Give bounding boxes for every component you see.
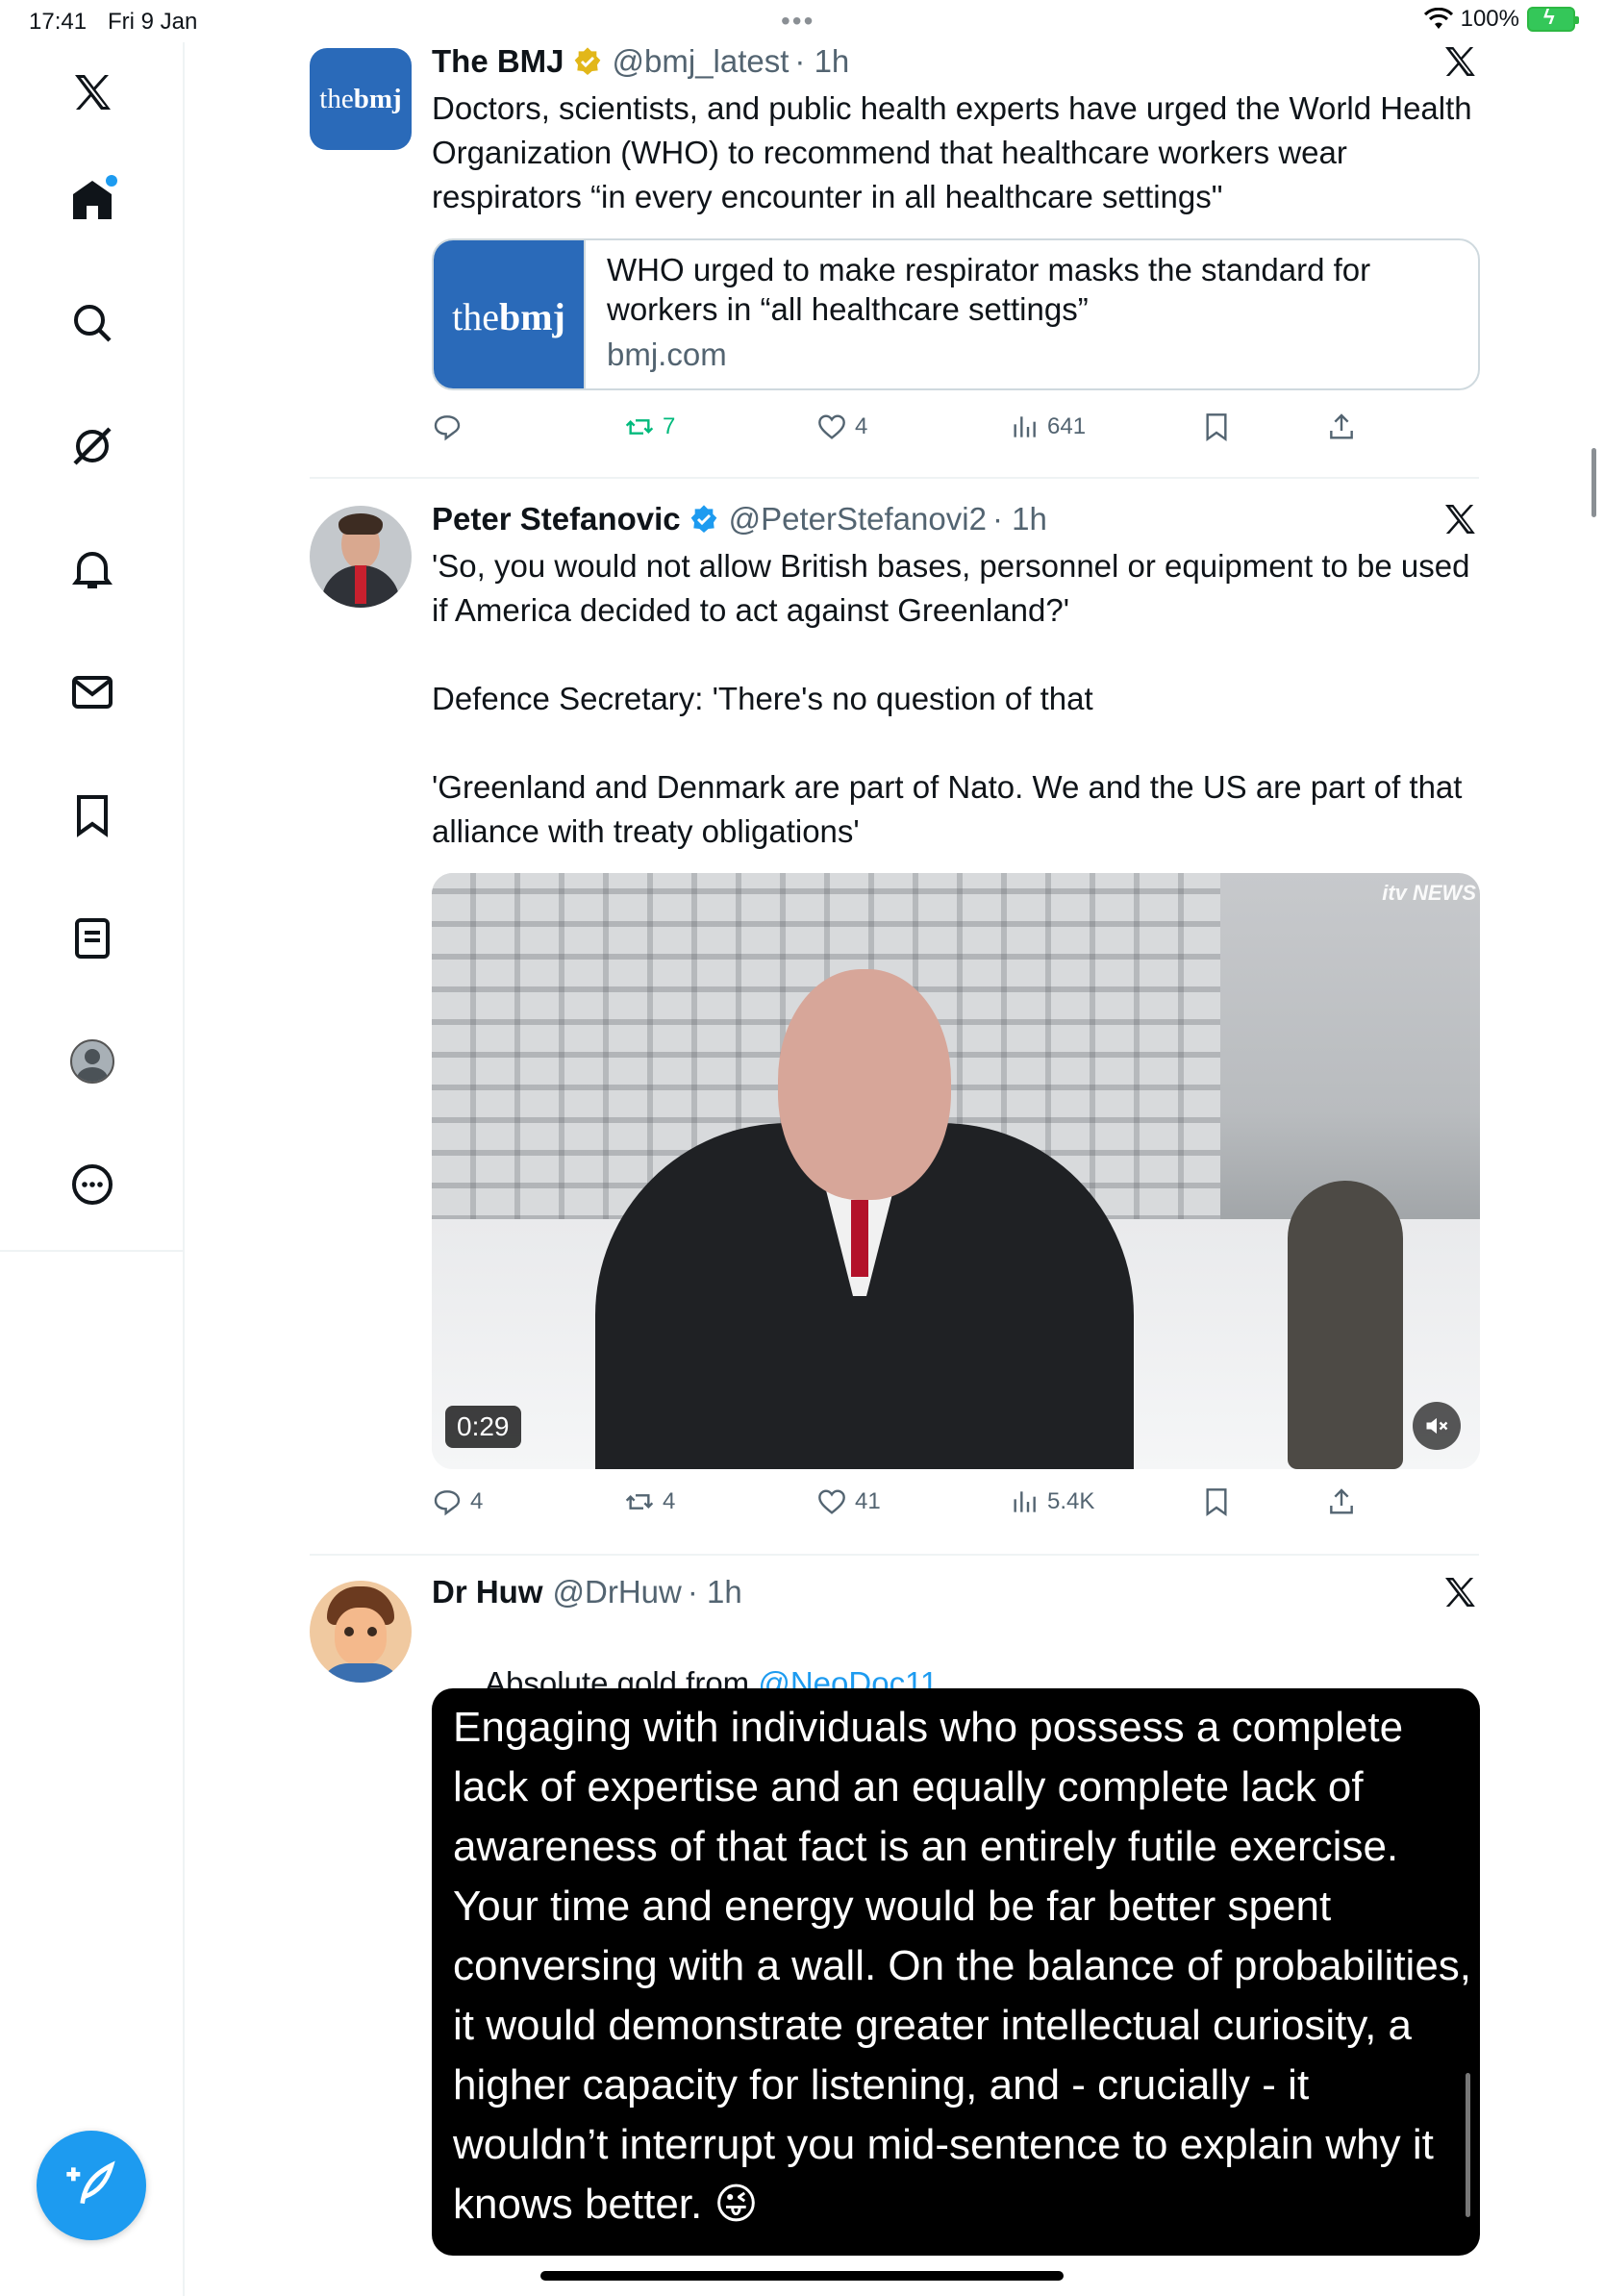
views-button[interactable]: 5.4K bbox=[1009, 1486, 1094, 1517]
nav-search[interactable] bbox=[63, 294, 121, 352]
image-scrollbar bbox=[1466, 2073, 1470, 2217]
muted-speaker-icon bbox=[1426, 1417, 1448, 1435]
heart-icon bbox=[818, 414, 845, 439]
nav-messages[interactable] bbox=[63, 663, 121, 721]
more-icon bbox=[72, 1164, 113, 1205]
share-button[interactable] bbox=[1326, 1486, 1357, 1517]
tweet-header: Peter Stefanovic @PeterStefanovi2 · 1h bbox=[432, 500, 1047, 538]
bookmark-icon bbox=[1206, 413, 1227, 441]
notification-dot bbox=[106, 175, 117, 187]
bookmark-icon bbox=[1206, 1488, 1227, 1516]
battery-icon: ϟ bbox=[1527, 5, 1579, 32]
mail-icon bbox=[72, 676, 113, 709]
tweet-text: Doctors, scientists, and public health e… bbox=[432, 90, 1481, 214]
video-watermark: itv NEWS bbox=[1382, 881, 1476, 905]
tweet-time[interactable]: · 1h bbox=[794, 43, 849, 80]
share-icon bbox=[1330, 1488, 1353, 1514]
views-icon bbox=[1014, 416, 1036, 437]
image-text: Engaging with individuals who possess a … bbox=[453, 1704, 1472, 2228]
x-logo-icon[interactable] bbox=[1441, 500, 1479, 538]
nav-grok[interactable] bbox=[63, 417, 121, 475]
tweet-divider bbox=[310, 1554, 1479, 1556]
avatar-dr-huw[interactable] bbox=[310, 1581, 412, 1683]
link-domain: bmj.com bbox=[607, 337, 727, 372]
like-button[interactable]: 41 bbox=[816, 1486, 881, 1517]
link-thumbnail: the bmj bbox=[434, 240, 586, 388]
grok-icon bbox=[73, 427, 112, 465]
retweet-icon bbox=[625, 419, 654, 435]
nav-bookmarks[interactable] bbox=[63, 786, 121, 844]
page-scrollbar[interactable] bbox=[1591, 448, 1596, 517]
sidebar-divider bbox=[0, 1250, 185, 1252]
sidebar bbox=[0, 42, 185, 2296]
battery-percent: 100% bbox=[1460, 6, 1519, 32]
tweet-image[interactable]: Engaging with individuals who possess a … bbox=[432, 1688, 1480, 2256]
video-player[interactable]: itv NEWS 0:29 bbox=[432, 873, 1480, 1469]
nav-notifications[interactable] bbox=[63, 540, 121, 598]
tweet-time[interactable]: · 1h bbox=[992, 501, 1047, 537]
compose-button[interactable] bbox=[37, 2131, 146, 2240]
retweet-icon bbox=[625, 1494, 654, 1510]
bookmark-button[interactable] bbox=[1201, 412, 1232, 442]
tweet-actions: 7 4 641 bbox=[432, 412, 1374, 450]
nav-more[interactable] bbox=[63, 1156, 121, 1213]
avatar-bmj[interactable]: the bmj bbox=[310, 48, 412, 150]
like-button[interactable]: 4 bbox=[816, 412, 867, 442]
tweet-actions: 4 4 41 5.4K bbox=[432, 1486, 1374, 1525]
retweet-button[interactable]: 4 bbox=[624, 1486, 675, 1517]
bookmark-icon bbox=[77, 795, 108, 837]
tweet-header: The BMJ @bmj_latest · 1h bbox=[432, 42, 849, 81]
status-time: 17:41 bbox=[29, 9, 88, 35]
tweet-time[interactable]: · 1h bbox=[688, 1574, 742, 1610]
bell-icon bbox=[72, 552, 113, 588]
link-title: WHO urged to make respirator masks the s… bbox=[607, 252, 1371, 327]
tweet-header: Dr Huw @DrHuw · 1h bbox=[432, 1573, 742, 1611]
reply-button[interactable]: 4 bbox=[432, 1486, 483, 1517]
status-right: 100% ϟ bbox=[1423, 5, 1579, 33]
verified-gold-badge-icon bbox=[574, 47, 600, 75]
search-icon bbox=[74, 305, 112, 342]
views-button[interactable]: 641 bbox=[1009, 412, 1086, 442]
share-button[interactable] bbox=[1326, 412, 1357, 442]
status-date: Fri 9 Jan bbox=[108, 9, 198, 35]
nav-lists[interactable] bbox=[63, 910, 121, 967]
author-handle[interactable]: @PeterStefanovi2 bbox=[729, 501, 987, 537]
author-handle[interactable]: @bmj_latest bbox=[613, 43, 789, 80]
author-handle[interactable]: @DrHuw bbox=[553, 1574, 682, 1610]
video-duration: 0:29 bbox=[445, 1406, 521, 1448]
wifi-icon bbox=[1423, 8, 1453, 29]
tweet-divider bbox=[310, 477, 1479, 479]
profile-icon bbox=[70, 1039, 114, 1084]
author-name[interactable]: Peter Stefanovic bbox=[432, 501, 681, 537]
reply-icon bbox=[434, 415, 461, 441]
x-logo-icon[interactable] bbox=[1441, 42, 1479, 81]
link-card[interactable]: the bmj WHO urged to make respirator mask… bbox=[432, 238, 1480, 390]
author-name[interactable]: The BMJ bbox=[432, 43, 564, 80]
heart-icon bbox=[818, 1489, 845, 1514]
bookmark-button[interactable] bbox=[1201, 1486, 1232, 1517]
nav-home[interactable] bbox=[63, 171, 121, 229]
compose-icon bbox=[66, 2160, 115, 2205]
avatar-peter-stefanovic[interactable] bbox=[310, 506, 412, 608]
x-logo-icon[interactable] bbox=[63, 63, 121, 121]
x-logo-icon[interactable] bbox=[1441, 1573, 1479, 1611]
retweet-button[interactable]: 7 bbox=[624, 412, 675, 442]
reply-button[interactable] bbox=[432, 412, 470, 442]
reply-icon bbox=[434, 1490, 461, 1516]
verified-blue-badge-icon bbox=[690, 505, 716, 533]
author-name[interactable]: Dr Huw bbox=[432, 1574, 543, 1610]
share-icon bbox=[1330, 413, 1353, 439]
status-bar: 17:41 Fri 9 Jan ••• 100% ϟ bbox=[0, 0, 1604, 42]
tweet-text: 'So, you would not allow British bases, … bbox=[432, 548, 1470, 849]
nav-profile[interactable] bbox=[63, 1033, 121, 1090]
lists-icon bbox=[75, 918, 110, 959]
views-icon bbox=[1014, 1491, 1036, 1512]
mute-button[interactable] bbox=[1413, 1402, 1461, 1450]
multitasking-dots-icon[interactable]: ••• bbox=[781, 6, 815, 37]
home-indicator[interactable] bbox=[540, 2271, 1064, 2281]
